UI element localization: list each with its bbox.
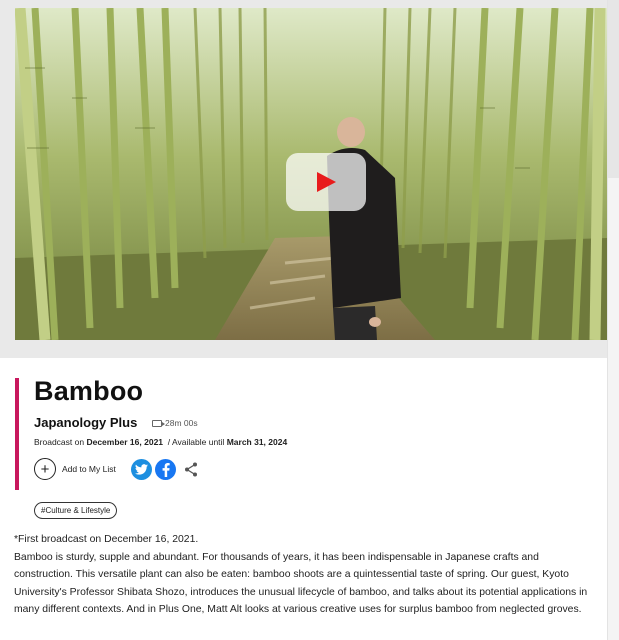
available-date: March 31, 2024: [226, 437, 288, 447]
plus-icon: +: [34, 458, 56, 480]
broadcast-info: Broadcast on December 16, 2021 / Availab…: [34, 437, 287, 447]
play-icon: [317, 172, 336, 192]
social-share-bar: [131, 459, 200, 480]
broadcast-date: December 16, 2021: [86, 437, 164, 447]
series-link[interactable]: Japanology Plus: [34, 415, 137, 430]
play-button[interactable]: [286, 153, 366, 211]
facebook-icon: [162, 462, 170, 477]
program-description: *First broadcast on December 16, 2021. B…: [14, 531, 599, 619]
title-accent-bar: [15, 378, 19, 490]
video-camera-icon: [152, 419, 165, 427]
program-title: Bamboo: [34, 376, 144, 406]
description-body: Bamboo is sturdy, supple and abundant. F…: [14, 551, 588, 616]
add-to-my-list-label: Add to My List: [62, 464, 116, 474]
share-button[interactable]: [182, 461, 200, 479]
twitter-share-button[interactable]: [131, 459, 152, 480]
share-icon: [185, 462, 197, 477]
duration-text: 28m 00s: [165, 418, 198, 428]
page-scroll-gutter: [607, 0, 619, 640]
add-to-my-list-button[interactable]: + Add to My List: [34, 458, 116, 480]
tag-culture-lifestyle[interactable]: #Culture & Lifestyle: [34, 502, 118, 519]
twitter-icon: [135, 464, 148, 475]
duration-badge: 28m 00s: [152, 418, 198, 428]
description-first-broadcast: *First broadcast on December 16, 2021.: [14, 534, 199, 545]
facebook-share-button[interactable]: [155, 459, 176, 480]
broadcast-prefix: Broadcast on: [34, 437, 85, 447]
video-player[interactable]: [15, 8, 607, 340]
available-prefix: / Available until: [167, 437, 225, 447]
